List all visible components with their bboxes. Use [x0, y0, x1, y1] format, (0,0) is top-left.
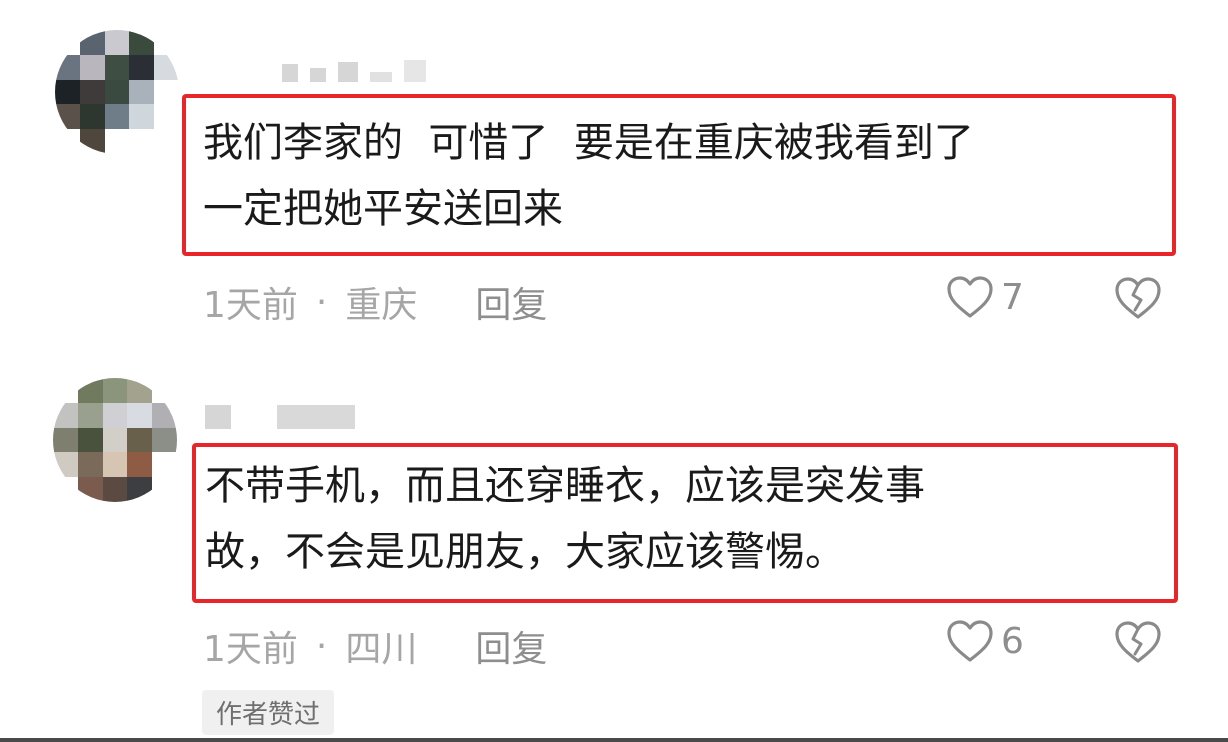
- user-avatar[interactable]: [53, 378, 177, 502]
- avatar-mosaic-cell: [102, 427, 128, 453]
- avatar-mosaic-cell: [77, 427, 103, 453]
- avatar-mosaic-cell: [127, 378, 153, 403]
- avatar-mosaic-cell: [102, 378, 128, 403]
- heart-icon: [947, 620, 993, 662]
- avatar-mosaic-cell: [77, 452, 103, 478]
- reply-button[interactable]: 回复: [475, 620, 547, 672]
- like-count: 6: [1001, 620, 1024, 662]
- broken-heart-icon: [1115, 621, 1161, 663]
- avatar-mosaic-cell: [152, 378, 177, 403]
- avatar-mosaic-cell: [127, 452, 153, 478]
- dislike-button[interactable]: [1112, 618, 1164, 670]
- avatar-mosaic-cell: [102, 402, 128, 428]
- avatar-mosaic-cell: [152, 427, 177, 453]
- avatar-mosaic-cell: [53, 452, 78, 478]
- avatar-mosaic-cell: [102, 452, 128, 478]
- avatar-mosaic-cell: [127, 402, 153, 428]
- avatar-mosaic-cell: [53, 378, 78, 403]
- bottom-divider: [0, 738, 1228, 742]
- separator-dot: ·: [315, 625, 328, 667]
- comment-meta: 1天前 · 四川 回复: [203, 620, 547, 672]
- avatar-mosaic-cell: [152, 402, 177, 428]
- avatar-mosaic-cell: [77, 402, 103, 428]
- avatar-mosaic-cell: [152, 477, 177, 502]
- avatar-mosaic-cell: [127, 477, 153, 502]
- avatar-mosaic-cell: [77, 378, 103, 403]
- avatar-mosaic-cell: [152, 452, 177, 478]
- comment-location: 四川: [345, 629, 418, 670]
- avatar-mosaic-cell: [53, 427, 78, 453]
- like-button[interactable]: 6: [945, 618, 1024, 664]
- avatar-mosaic-cell: [53, 477, 78, 502]
- comment-2: 不带手机，而且还穿睡衣，应该是突发事 故，不会是见朋友，大家应该警惕。 1天前 …: [0, 0, 1228, 742]
- author-liked-badge: 作者赞过: [202, 690, 335, 735]
- avatar-mosaic-cell: [127, 427, 153, 453]
- comment-text: 不带手机，而且还穿睡衣，应该是突发事 故，不会是见朋友，大家应该警惕。: [205, 463, 925, 575]
- comment-time: 1天前: [203, 629, 298, 670]
- avatar-mosaic-cell: [53, 402, 78, 428]
- avatar-mosaic-cell: [102, 477, 128, 502]
- username-blurred[interactable]: [205, 405, 355, 429]
- avatar-mosaic-cell: [77, 477, 103, 502]
